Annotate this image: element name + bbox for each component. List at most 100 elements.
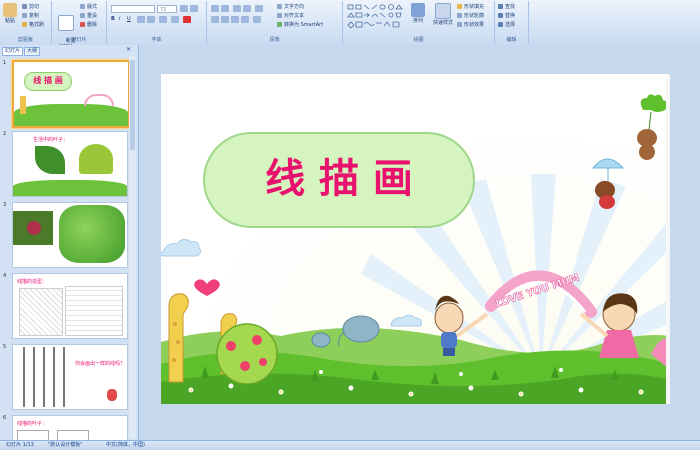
align-text-icon <box>277 13 282 18</box>
paste-button[interactable]: 粘贴 <box>2 3 18 24</box>
numbering-button[interactable] <box>221 5 229 12</box>
smartart-icon <box>277 22 282 27</box>
select-button[interactable]: 选择 <box>498 22 515 28</box>
slide-number: 1 <box>3 60 7 66</box>
font-name-box[interactable] <box>111 5 155 13</box>
cut-label: 剪切 <box>29 4 40 10</box>
replace-button[interactable]: 替换 <box>498 13 515 19</box>
replace-icon <box>498 13 503 18</box>
format-painter-button[interactable]: 格式刷 <box>22 22 44 28</box>
find-label: 查找 <box>505 4 516 10</box>
arrange-label: 排列 <box>412 18 423 24</box>
cut-button[interactable]: 剪切 <box>22 4 39 10</box>
bold-button[interactable]: B <box>111 16 115 22</box>
quick-styles-label: 快速样式 <box>432 20 453 26</box>
grow-font-button[interactable] <box>180 5 188 12</box>
font-size-value: 72 <box>160 7 167 13</box>
slide-thumbnail-4[interactable]: 线描的造型： <box>12 273 128 339</box>
smartart-button[interactable]: 转换为 SmartArt <box>277 22 323 28</box>
slide-thumbnail-panel: 幻灯片 大纲 × 1 线 描 画 2 生活中的叶子： 3 4 线描的造型： 5 … <box>0 45 139 442</box>
paragraph-group: 文字方向 对齐文本 转换为 SmartArt 段落 <box>207 1 343 44</box>
decrease-indent-button[interactable] <box>233 5 241 12</box>
slide-title: 线 描 画 <box>265 156 413 202</box>
strikethrough-button[interactable] <box>137 16 145 23</box>
reset-button[interactable]: 重设 <box>80 13 97 19</box>
underline-button[interactable]: U <box>127 16 131 22</box>
shape-fill-button[interactable]: 形状填充 <box>457 4 484 10</box>
align-text-label: 对齐文本 <box>284 13 305 19</box>
delete-button[interactable]: 删除 <box>80 22 97 28</box>
slide-artwork: LOVE YOU MUM <box>161 74 670 404</box>
shape-effects-button[interactable]: 形状效果 <box>457 22 484 28</box>
slide-number: 6 <box>3 415 7 421</box>
quick-styles-button[interactable]: 快速样式 <box>429 3 457 26</box>
bullets-button[interactable] <box>211 5 219 12</box>
shape-fill-label: 形状填充 <box>464 4 485 10</box>
shape-effects-label: 形状效果 <box>464 22 485 28</box>
slide-thumbnail-5[interactable]: 你会画出一样的线吗？ <box>12 344 128 410</box>
thumb-title: 线描的造型： <box>17 279 48 285</box>
slide-number: 3 <box>3 202 7 208</box>
change-case-button[interactable] <box>171 16 179 23</box>
slide-thumbnail-2[interactable]: 生活中的叶子： <box>12 131 128 197</box>
slide-thumbnail-1[interactable]: 线 描 画 <box>12 60 130 128</box>
tab-slides[interactable]: 幻灯片 <box>2 47 24 56</box>
shrink-font-button[interactable] <box>190 5 198 12</box>
editing-group: 查找 替换 选择 编辑 <box>495 1 529 44</box>
arrange-button[interactable]: 排列 <box>409 3 427 24</box>
font-color-button[interactable] <box>183 16 191 23</box>
drawing-group: 排列 快速样式 形状填充 形状轮廓 形状效果 绘图 <box>343 1 495 44</box>
effects-icon <box>457 22 462 27</box>
copy-label: 复制 <box>29 13 40 19</box>
copy-button[interactable]: 复制 <box>22 13 39 19</box>
shapes-gallery[interactable] <box>347 4 405 30</box>
font-group: 72 B I U 字体 <box>107 1 207 44</box>
clipboard-group-label: 剪贴板 <box>17 37 33 43</box>
shadow-button[interactable] <box>147 16 155 23</box>
columns-button[interactable] <box>253 16 261 23</box>
font-size-box[interactable]: 72 <box>157 5 177 13</box>
brush-icon <box>22 22 27 27</box>
slides-group: 新建 幻灯片 版式 重设 删除 幻灯片 <box>52 1 107 50</box>
copy-icon <box>22 13 27 18</box>
smartart-label: 转换为 SmartArt <box>284 22 324 28</box>
slide-number: 4 <box>3 273 7 279</box>
scissors-icon <box>22 4 27 9</box>
fill-bucket-icon <box>457 4 462 9</box>
tab-outline[interactable]: 大纲 <box>24 47 41 56</box>
align-text-button[interactable]: 对齐文本 <box>277 13 304 19</box>
slide-number: 2 <box>3 131 7 137</box>
thumb-title: 线描的叶子： <box>17 421 48 427</box>
new-slide-icon <box>58 15 74 31</box>
find-button[interactable]: 查找 <box>498 4 515 10</box>
ribbon: 粘贴 剪切 复制 格式刷 剪贴板 新建 幻灯片 版式 重设 删除 幻灯片 72 … <box>0 0 700 50</box>
align-center-button[interactable] <box>221 16 229 23</box>
reset-label: 重设 <box>87 13 98 19</box>
panel-scrollbar-thumb[interactable] <box>130 60 135 150</box>
quick-styles-icon <box>435 3 451 19</box>
reset-icon <box>80 13 85 18</box>
pen-icon <box>457 13 462 18</box>
delete-icon <box>80 22 85 27</box>
close-panel-icon[interactable]: × <box>126 46 131 53</box>
increase-indent-button[interactable] <box>243 5 251 12</box>
cursor-icon <box>498 22 503 27</box>
slide-thumbnail-3[interactable] <box>12 202 128 268</box>
layout-label: 版式 <box>87 4 98 10</box>
italic-button[interactable]: I <box>119 16 120 22</box>
clipboard-group: 粘贴 剪切 复制 格式刷 剪贴板 <box>0 1 52 44</box>
slide-thumbnail-6[interactable]: 线描的叶子： <box>12 415 128 442</box>
delete-label: 删除 <box>87 22 98 28</box>
text-direction-icon <box>277 4 282 9</box>
align-right-button[interactable] <box>231 16 239 23</box>
justify-button[interactable] <box>241 16 249 23</box>
spacing-button[interactable] <box>159 16 167 23</box>
font-group-label: 字体 <box>151 37 162 43</box>
shape-outline-button[interactable]: 形状轮廓 <box>457 13 484 19</box>
line-spacing-button[interactable] <box>255 5 263 12</box>
thumb-title: 线 描 画 <box>33 76 63 85</box>
slide-canvas[interactable]: LOVE YOU MUM 线 描 画 <box>161 74 670 404</box>
text-direction-button[interactable]: 文字方向 <box>277 4 304 10</box>
align-left-button[interactable] <box>211 16 219 23</box>
layout-button[interactable]: 版式 <box>80 4 97 10</box>
